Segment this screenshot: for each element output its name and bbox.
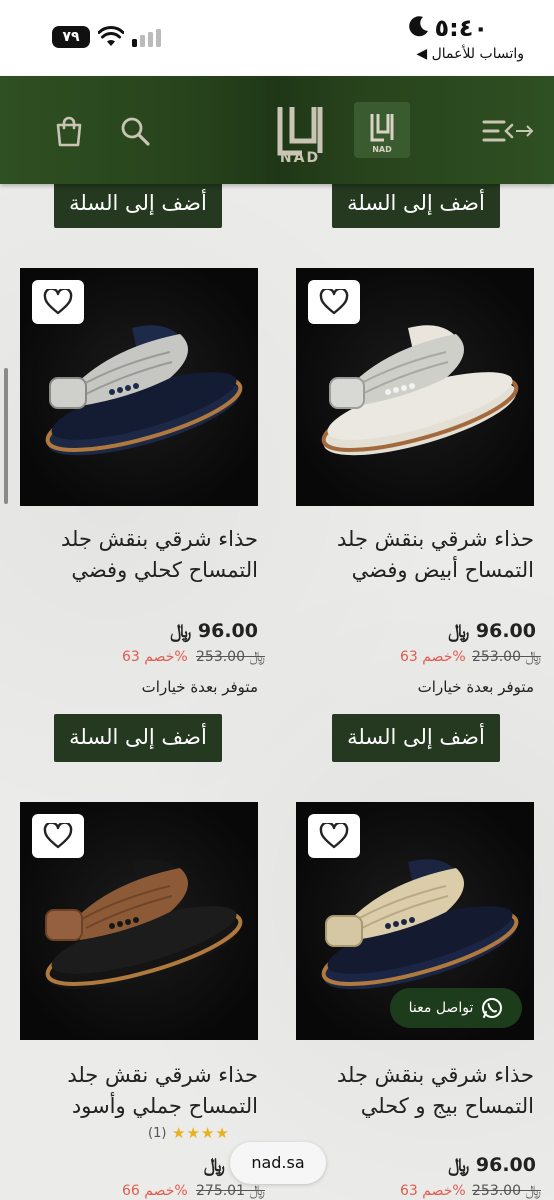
availability-text: متوفر بعدة خيارات	[141, 678, 258, 696]
product-price: 96.00 ﷼	[448, 1154, 536, 1176]
back-to-app-link[interactable]: ◀ واتساب للأعمال	[416, 46, 524, 62]
original-price: 253.00 ﷼	[472, 1183, 541, 1199]
rating-count: (1)	[148, 1126, 167, 1141]
product-image[interactable]	[20, 268, 258, 506]
signal-icon	[132, 29, 161, 47]
wishlist-button[interactable]	[308, 814, 360, 858]
moon-icon	[409, 16, 428, 37]
add-to-cart-button[interactable]: أضف إلى السلة	[54, 714, 222, 762]
status-bar: ٧٩ ٥:٤٠ ◀ واتساب للأعمال	[0, 0, 554, 76]
product-name[interactable]: حذاء شرقي بنقش جلد التمساح بيج و كحلي	[304, 1060, 534, 1122]
scrollbar[interactable]	[4, 368, 8, 504]
wishlist-button[interactable]	[32, 814, 84, 858]
product-name[interactable]: حذاء شرقي بنقش جلد التمساح كحلي وفضي	[28, 524, 258, 586]
discount-badge: خصم 66%	[122, 1183, 188, 1199]
status-time: ٥:٤٠	[434, 14, 488, 42]
availability-text: متوفر بعدة خيارات	[417, 678, 534, 696]
whatsapp-contact-button[interactable]: تواصل معنا	[390, 988, 522, 1028]
wifi-icon	[98, 26, 124, 46]
add-to-cart-button[interactable]: أضف إلى السلة	[332, 714, 500, 762]
wishlist-button[interactable]	[32, 280, 84, 324]
discount-badge: خصم 63%	[400, 1183, 466, 1199]
url-bar[interactable]: nad.sa	[230, 1142, 326, 1184]
heart-icon	[319, 289, 349, 315]
product-name[interactable]: حذاء شرقي بنقش جلد التمساح أبيض وفضي	[304, 524, 534, 586]
menu-icon[interactable]	[482, 114, 536, 148]
svg-text:NAD: NAD	[372, 145, 392, 154]
search-icon[interactable]	[118, 114, 152, 148]
product-image[interactable]	[20, 802, 258, 1040]
site-header: NAD NAD	[0, 76, 554, 184]
product-name[interactable]: حذاء شرقي نقش جلد التمساح جملي وأسود	[28, 1060, 258, 1122]
rating-stars: ★★★★	[172, 1124, 230, 1142]
heart-icon	[319, 823, 349, 849]
original-price: 253.00 ﷼	[196, 649, 265, 665]
wishlist-button[interactable]	[308, 280, 360, 324]
original-price: 253.00 ﷼	[472, 649, 541, 665]
add-to-cart-button[interactable]: أضف إلى السلة	[332, 184, 500, 228]
product-image[interactable]	[296, 268, 534, 506]
brand-name: NAD	[279, 150, 321, 166]
discount-badge: خصم 63%	[400, 649, 466, 665]
shopping-bag-icon[interactable]	[52, 114, 86, 148]
original-price: 275.01 ﷼	[196, 1183, 265, 1199]
add-to-cart-button[interactable]: أضف إلى السلة	[54, 184, 222, 228]
whatsapp-icon	[482, 998, 503, 1018]
brand-badge: NAD	[354, 102, 410, 158]
product-price: 96.00 ﷼	[448, 620, 536, 642]
discount-badge: خصم 63%	[122, 649, 188, 665]
heart-icon	[43, 823, 73, 849]
heart-icon	[43, 289, 73, 315]
product-grid: أضف إلى السلة أضف إلى السلة حذاء شرقي بن…	[0, 184, 554, 1200]
battery-indicator: ٧٩	[52, 26, 90, 48]
product-price: 96.00 ﷼	[170, 620, 258, 642]
